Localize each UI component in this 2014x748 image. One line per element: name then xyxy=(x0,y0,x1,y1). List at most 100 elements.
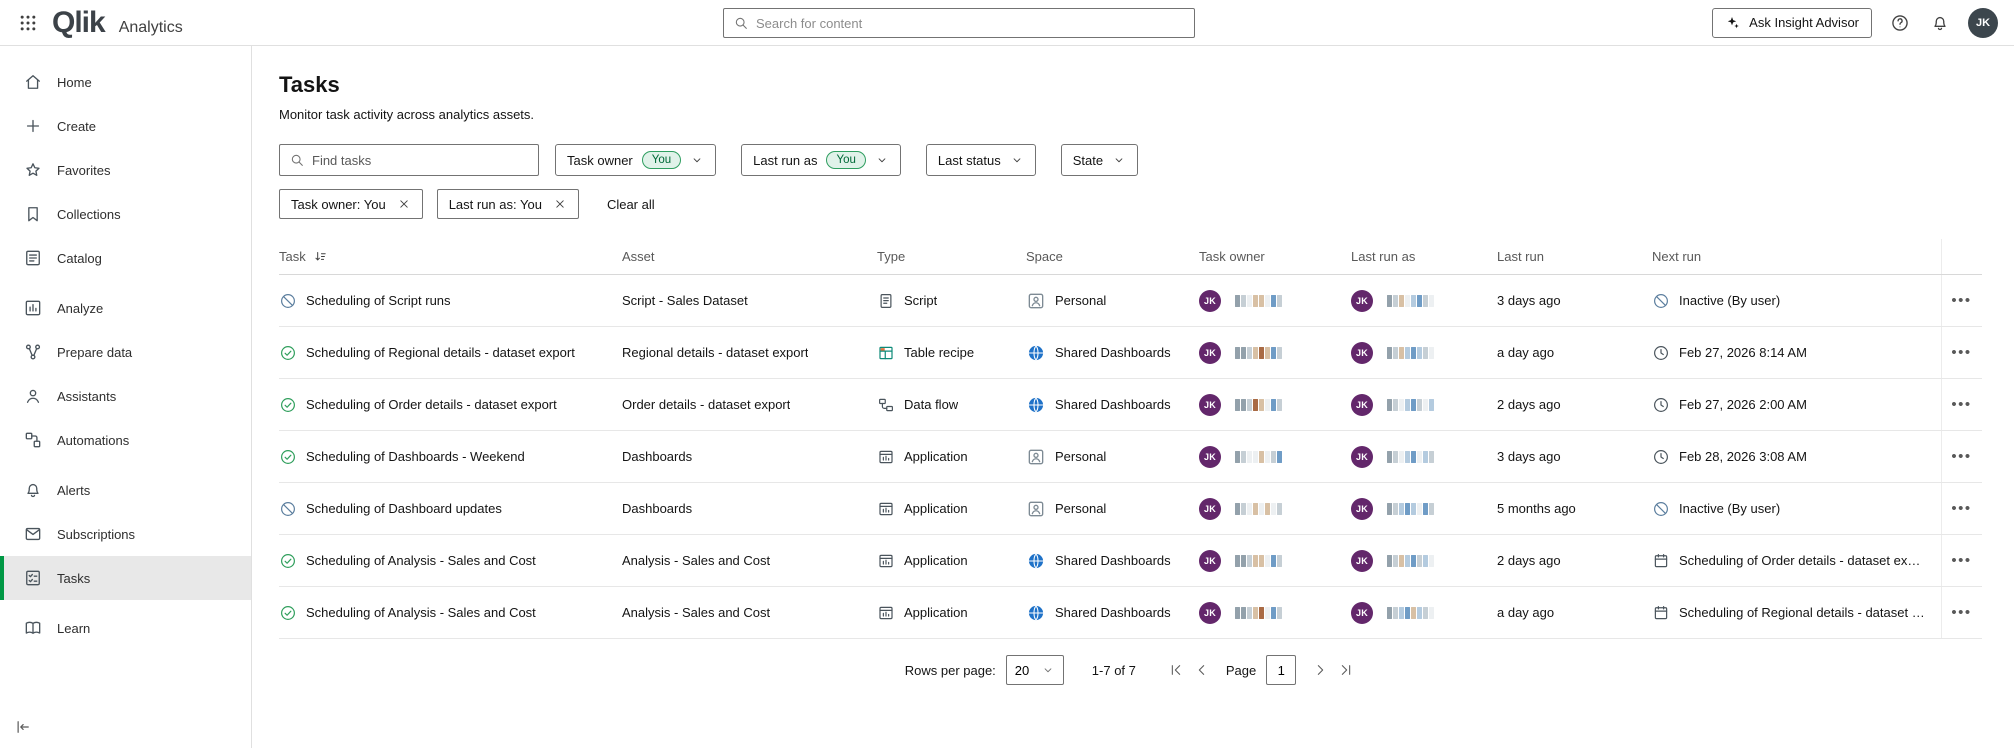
filter-dropdown-last-run-as[interactable]: Last run as You xyxy=(741,144,901,176)
table-row[interactable]: Scheduling of Analysis - Sales and Cost … xyxy=(279,587,1982,639)
column-header-next-run[interactable]: Next run xyxy=(1652,239,1941,274)
chip-remove-button[interactable] xyxy=(553,197,567,211)
row-actions-button[interactable]: ••• xyxy=(1951,345,1971,360)
sidebar-item-collections[interactable]: Collections xyxy=(0,192,251,236)
sidebar-item-label: Alerts xyxy=(57,483,90,498)
type-label: Application xyxy=(904,449,968,464)
type-cell: Application xyxy=(877,535,1026,586)
sidebar-item-catalog[interactable]: Catalog xyxy=(0,236,251,280)
row-actions-button[interactable]: ••• xyxy=(1951,293,1971,308)
chevron-down-icon xyxy=(690,153,704,167)
filter-dropdown-last-status[interactable]: Last status xyxy=(926,144,1036,176)
last-run-cell: 3 days ago xyxy=(1497,431,1652,482)
last-run-as-cell: JK xyxy=(1351,379,1497,430)
space-label: Personal xyxy=(1055,293,1106,308)
chip-remove-button[interactable] xyxy=(397,197,411,211)
row-actions-button[interactable]: ••• xyxy=(1951,397,1971,412)
type-label: Table recipe xyxy=(904,345,974,360)
app-launcher-button[interactable] xyxy=(16,11,40,35)
pagination-range: 1-7 of 7 xyxy=(1092,663,1136,678)
row-actions-button[interactable]: ••• xyxy=(1951,553,1971,568)
sidebar-collapse-button[interactable] xyxy=(14,718,32,736)
filter-dropdowns: Task owner You Last run as You Last stat… xyxy=(555,144,1138,176)
rows-per-page-select[interactable]: 20 xyxy=(1006,655,1064,685)
column-header-asset[interactable]: Asset xyxy=(622,239,877,274)
qlik-logo: Qlik xyxy=(52,8,105,38)
last-run-value: 2 days ago xyxy=(1497,553,1561,568)
row-actions-cell: ••• xyxy=(1941,379,1981,430)
row-actions-button[interactable]: ••• xyxy=(1951,501,1971,516)
column-header-last-run-as[interactable]: Last run as xyxy=(1351,239,1497,274)
sidebar-item-assistants[interactable]: Assistants xyxy=(0,374,251,418)
rows-per-page-label: Rows per page: xyxy=(905,663,996,678)
task-name: Scheduling of Script runs xyxy=(306,293,451,308)
last-run-cell: a day ago xyxy=(1497,327,1652,378)
filter-dropdown-state[interactable]: State xyxy=(1061,144,1138,176)
asset-name: Dashboards xyxy=(622,501,692,516)
sidebar-item-analyze[interactable]: Analyze xyxy=(0,286,251,330)
next-page-button[interactable] xyxy=(1310,660,1330,680)
sidebar-item-favorites[interactable]: Favorites xyxy=(0,148,251,192)
find-tasks-input[interactable] xyxy=(312,153,529,168)
bookmark-icon xyxy=(23,204,43,224)
page-number-input[interactable] xyxy=(1266,655,1296,685)
sidebar-item-create[interactable]: Create xyxy=(0,104,251,148)
status-success-icon xyxy=(279,448,297,466)
previous-page-button[interactable] xyxy=(1192,660,1212,680)
task-name: Scheduling of Analysis - Sales and Cost xyxy=(306,553,536,568)
alert-icon xyxy=(23,480,43,500)
top-bar: Qlik Analytics Ask Insight Advisor JK xyxy=(0,0,2014,46)
shared-space-icon xyxy=(1026,343,1046,363)
search-icon xyxy=(289,152,305,168)
main-content: Tasks Monitor task activity across analy… xyxy=(252,46,2014,748)
collapse-sidebar-icon xyxy=(14,718,32,736)
sidebar-item-tasks[interactable]: Tasks xyxy=(0,556,251,600)
asset-cell: Analysis - Sales and Cost xyxy=(622,535,877,586)
column-header-space[interactable]: Space xyxy=(1026,239,1199,274)
next-run-task-icon xyxy=(1652,604,1670,622)
column-header-task-owner[interactable]: Task owner xyxy=(1199,239,1351,274)
help-button[interactable] xyxy=(1888,11,1912,35)
prepare-icon xyxy=(23,342,43,362)
global-search-input[interactable] xyxy=(756,16,1185,31)
table-row[interactable]: Scheduling of Dashboard updates Dashboar… xyxy=(279,483,1982,535)
sidebar-item-label: Tasks xyxy=(57,571,90,586)
column-header-type[interactable]: Type xyxy=(877,239,1026,274)
space-cell: Shared Dashboards xyxy=(1026,535,1199,586)
sidebar-item-subscriptions[interactable]: Subscriptions xyxy=(0,512,251,556)
sidebar-item-home[interactable]: Home xyxy=(0,60,251,104)
next-run-value: Inactive (By user) xyxy=(1679,293,1780,308)
table-row[interactable]: Scheduling of Analysis - Sales and Cost … xyxy=(279,535,1982,587)
table-row[interactable]: Scheduling of Script runs Script - Sales… xyxy=(279,275,1982,327)
sidebar-item-label: Home xyxy=(57,75,92,90)
filter-chip-last-run-as-you: Last run as: You xyxy=(437,189,579,219)
task-owner-cell: JK xyxy=(1199,483,1351,534)
sidebar-item-alerts[interactable]: Alerts xyxy=(0,468,251,512)
table-row[interactable]: Scheduling of Regional details - dataset… xyxy=(279,327,1982,379)
asset-name: Analysis - Sales and Cost xyxy=(622,605,770,620)
sidebar-item-automations[interactable]: Automations xyxy=(0,418,251,462)
row-actions-button[interactable]: ••• xyxy=(1951,605,1971,620)
next-run-clock-icon xyxy=(1652,344,1670,362)
sidebar-item-prepare-data[interactable]: Prepare data xyxy=(0,330,251,374)
application-icon xyxy=(877,604,895,622)
user-avatar[interactable]: JK xyxy=(1968,8,1998,38)
application-icon xyxy=(877,448,895,466)
filter-badge: You xyxy=(642,151,681,170)
filter-dropdown-task-owner[interactable]: Task owner You xyxy=(555,144,716,176)
sparkle-icon xyxy=(1725,15,1741,31)
clear-all-button[interactable]: Clear all xyxy=(607,197,655,212)
first-page-button[interactable] xyxy=(1166,660,1186,680)
sidebar-item-learn[interactable]: Learn xyxy=(0,606,251,650)
table-row[interactable]: Scheduling of Dashboards - Weekend Dashb… xyxy=(279,431,1982,483)
column-header-task[interactable]: Task xyxy=(279,239,622,274)
table-row[interactable]: Scheduling of Order details - dataset ex… xyxy=(279,379,1982,431)
notifications-button[interactable] xyxy=(1928,11,1952,35)
last-page-button[interactable] xyxy=(1336,660,1356,680)
insight-advisor-button[interactable]: Ask Insight Advisor xyxy=(1712,8,1872,38)
space-label: Personal xyxy=(1055,501,1106,516)
analyze-icon xyxy=(23,298,43,318)
column-header-last-run[interactable]: Last run xyxy=(1497,239,1652,274)
run-as-history-sparkline xyxy=(1387,347,1434,359)
row-actions-button[interactable]: ••• xyxy=(1951,449,1971,464)
